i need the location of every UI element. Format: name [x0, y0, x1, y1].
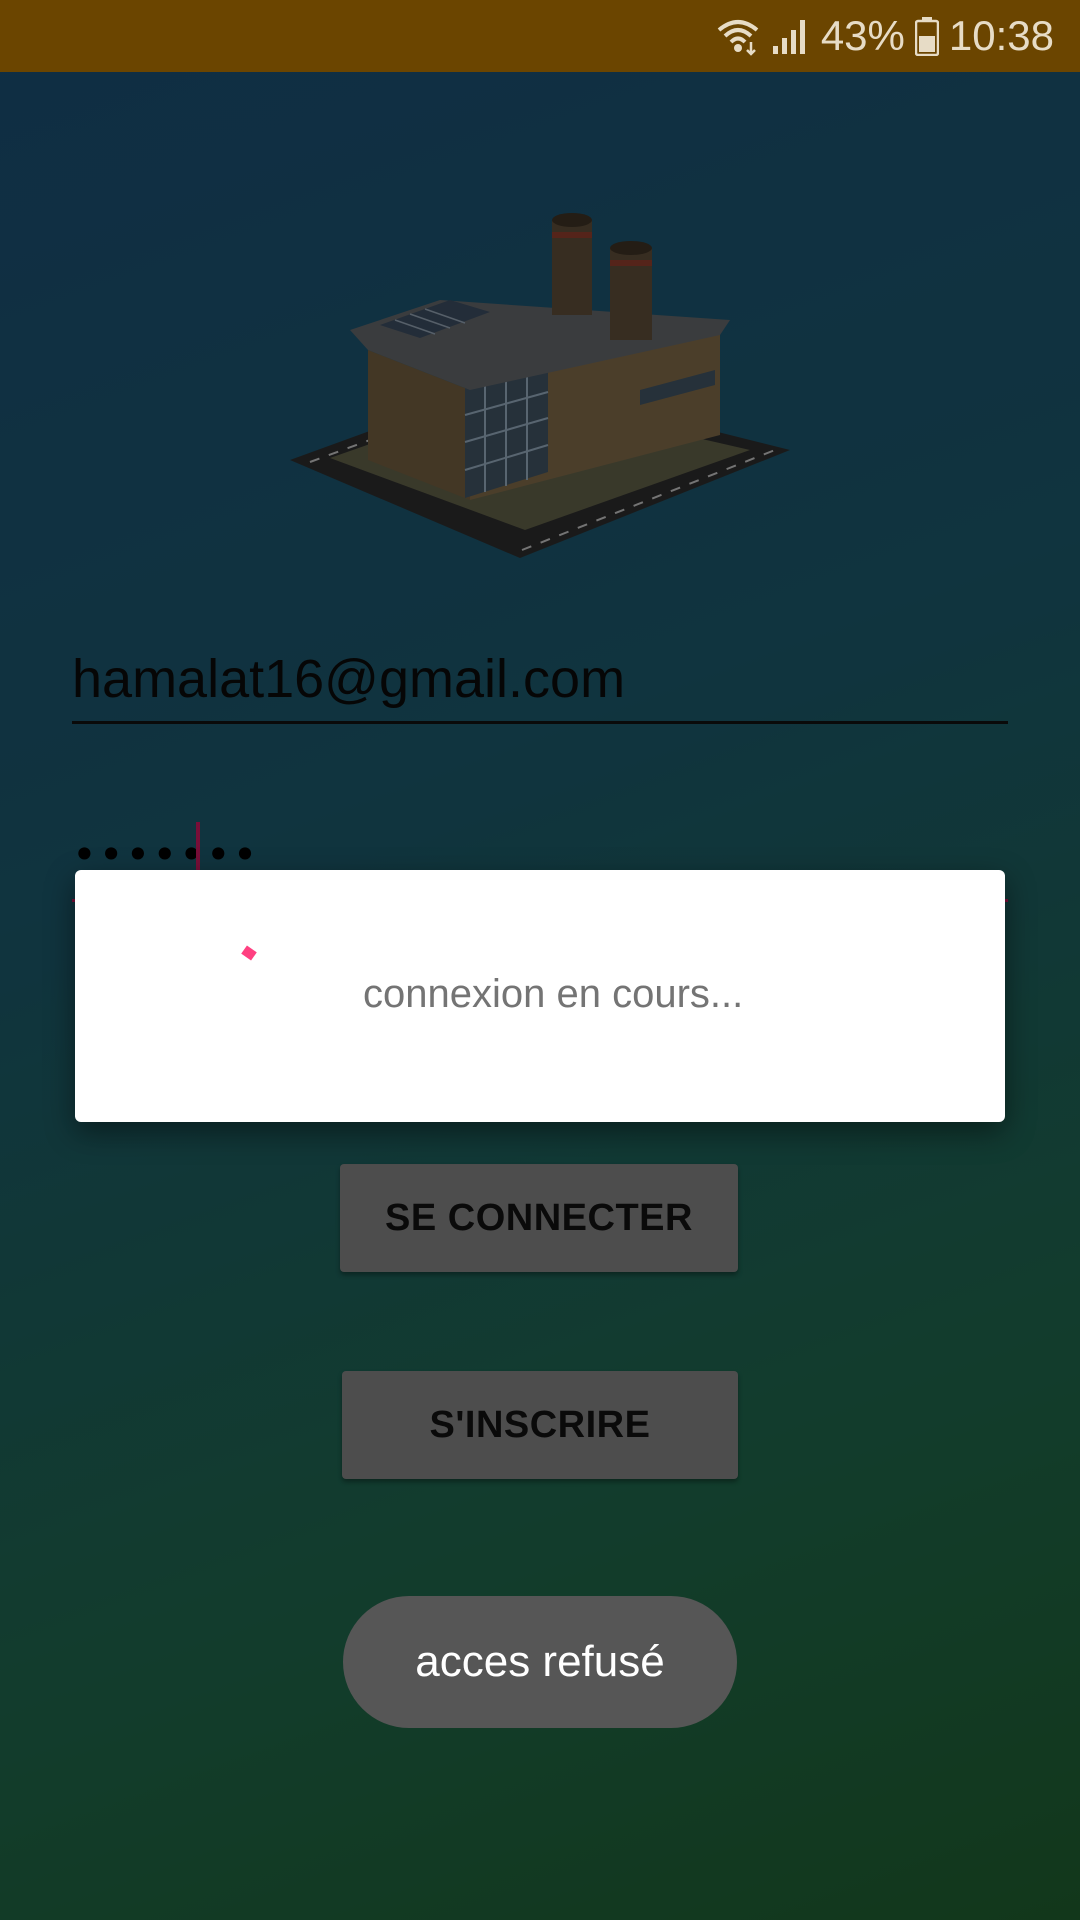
clock: 10:38 — [948, 12, 1054, 59]
status-bar: 43% 10:38 — [0, 0, 1080, 72]
battery-icon — [914, 16, 939, 56]
progress-dialog: connexion en cours... — [75, 870, 1005, 1122]
dialog-message: connexion en cours... — [363, 972, 744, 1016]
login-screen: 43% 10:38 hamalat16@gmail.com ••••••• SE… — [0, 0, 1080, 1920]
battery-percent: 43% — [820, 12, 905, 59]
loading-spinner-icon — [235, 938, 295, 998]
signal-icon — [771, 16, 811, 56]
toast-message: acces refusé — [343, 1596, 737, 1728]
wifi-icon — [715, 16, 761, 56]
